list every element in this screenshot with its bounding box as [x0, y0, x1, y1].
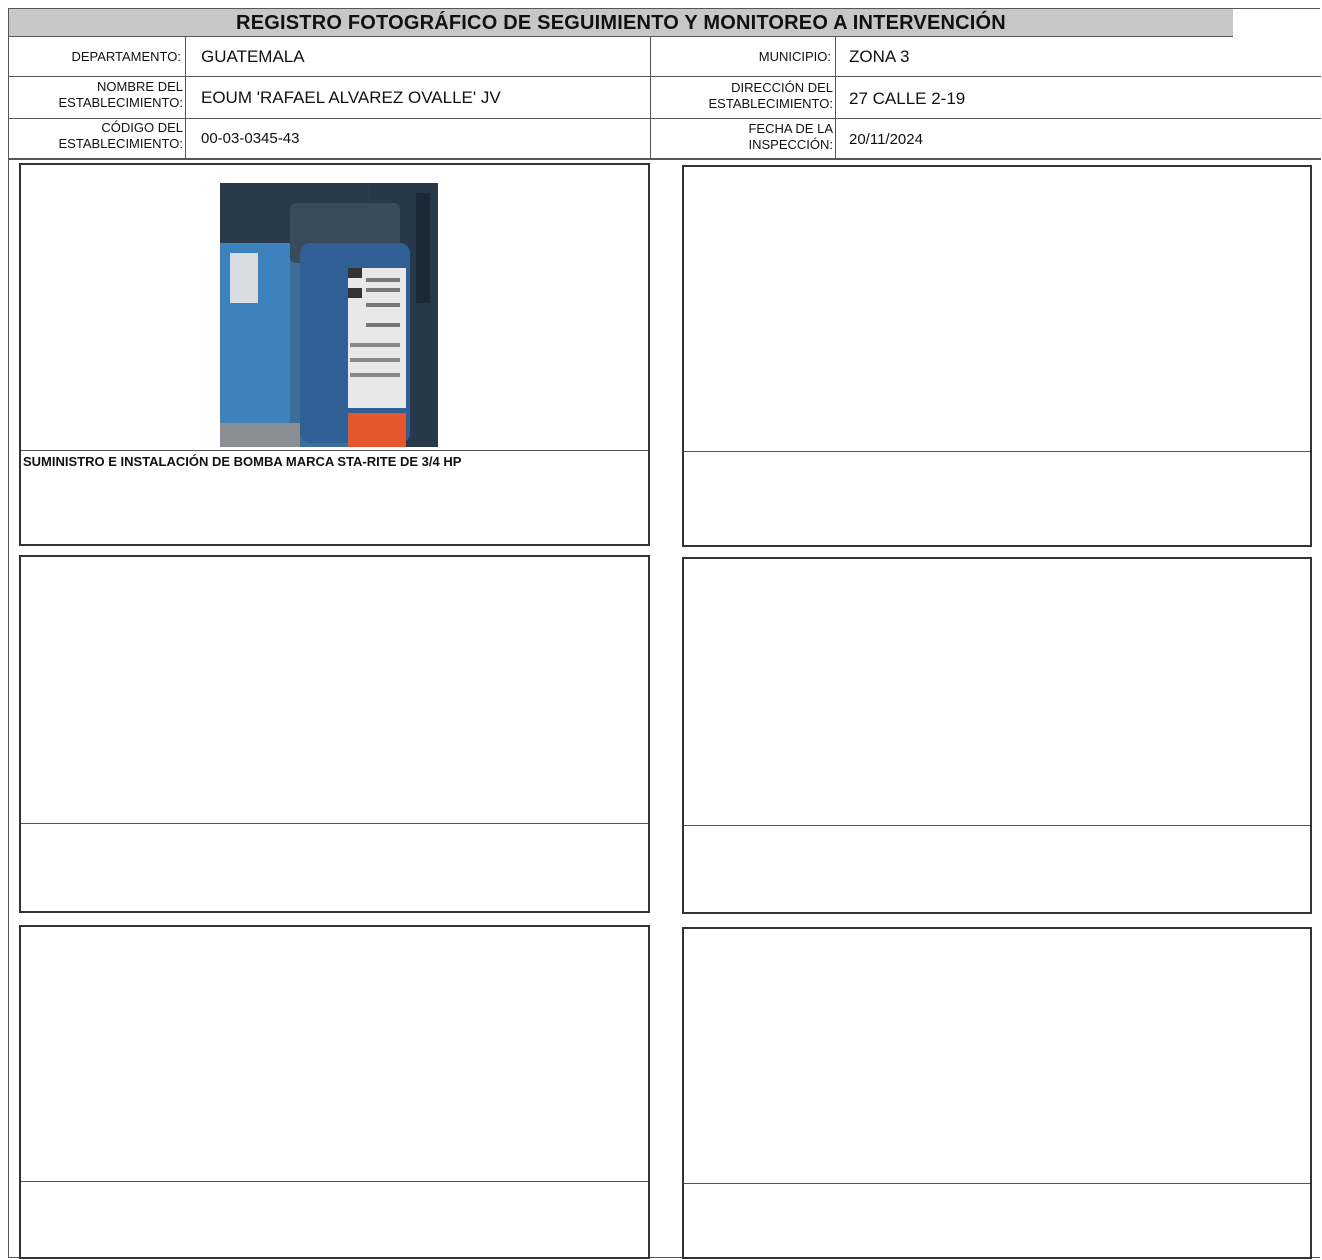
pump-photo	[220, 183, 438, 447]
fecha-label: FECHA DE LA INSPECCIÓN:	[651, 121, 833, 153]
pump-image	[220, 183, 438, 447]
caption-divider	[21, 1181, 648, 1182]
codigo-label: CÓDIGO DEL ESTABLECIMIENTO:	[9, 120, 184, 152]
row-divider	[9, 118, 1321, 119]
nombre-label-line1: NOMBRE DEL	[97, 79, 183, 94]
direccion-value: 27 CALLE 2-19	[849, 89, 966, 108]
codigo-value: 00-03-0345-43	[201, 130, 300, 147]
photo-caption-1: SUMINISTRO E INSTALACIÓN DE BOMBA MARCA …	[23, 454, 462, 469]
direccion-label-line1: DIRECCIÓN DEL	[731, 80, 833, 95]
direccion-label-line2: ESTABLECIMIENTO:	[708, 96, 834, 111]
departamento-label: DEPARTAMENTO:	[71, 49, 181, 64]
col-divider	[835, 36, 836, 159]
photo-panel-2	[682, 165, 1312, 547]
row-divider	[9, 76, 1321, 77]
col-divider	[185, 36, 186, 159]
nombre-value: EOUM 'RAFAEL ALVAREZ OVALLE' JV	[201, 88, 501, 107]
fecha-label-line2: INSPECCIÓN:	[748, 137, 833, 152]
fecha-label-line1: FECHA DE LA	[748, 121, 833, 136]
photo-panel-4	[682, 557, 1312, 914]
photo-panel-6	[682, 927, 1312, 1259]
caption-divider	[21, 823, 648, 824]
direccion-label: DIRECCIÓN DEL ESTABLECIMIENTO:	[651, 80, 834, 112]
departamento-value: GUATEMALA	[201, 47, 305, 66]
form-sheet: REGISTRO FOTOGRÁFICO DE SEGUIMIENTO Y MO…	[8, 8, 1321, 1259]
codigo-label-line1: CÓDIGO DEL	[101, 120, 183, 135]
page-title: REGISTRO FOTOGRÁFICO DE SEGUIMIENTO Y MO…	[236, 12, 1006, 34]
caption-divider	[684, 451, 1310, 452]
caption-divider	[684, 825, 1310, 826]
photo-panel-1: SUMINISTRO E INSTALACIÓN DE BOMBA MARCA …	[19, 163, 650, 546]
caption-divider	[684, 1183, 1310, 1184]
fecha-value: 20/11/2024	[849, 131, 923, 148]
municipio-label: MUNICIPIO:	[758, 49, 831, 64]
photo-panel-3	[19, 555, 650, 913]
codigo-label-line2: ESTABLECIMIENTO:	[58, 136, 184, 151]
nombre-label-line2: ESTABLECIMIENTO:	[58, 95, 184, 110]
municipio-value: ZONA 3	[849, 47, 910, 66]
photo-panel-5	[19, 925, 650, 1259]
nombre-label: NOMBRE DEL ESTABLECIMIENTO:	[9, 79, 184, 111]
row-divider	[9, 158, 1321, 160]
caption-divider	[21, 450, 648, 451]
